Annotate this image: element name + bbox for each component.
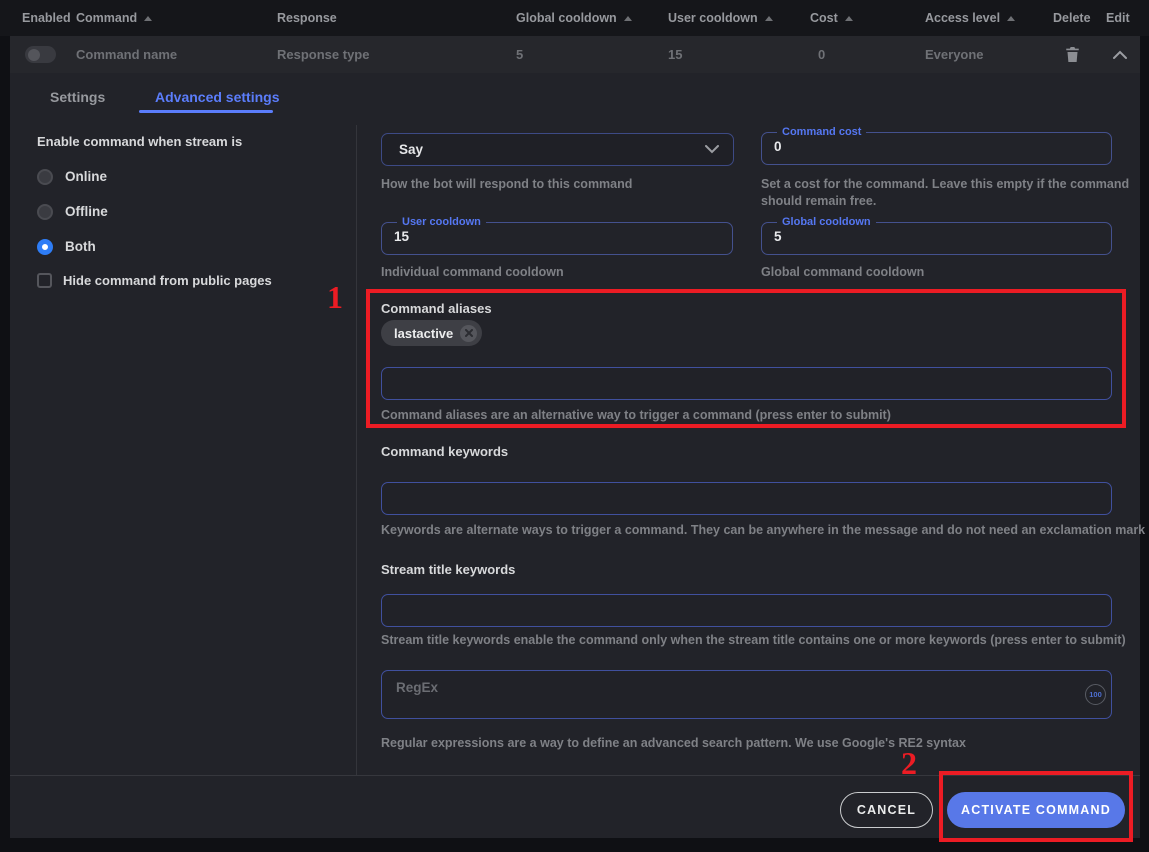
trash-icon — [1065, 46, 1080, 63]
response-type-select[interactable]: Say — [381, 133, 734, 166]
sort-asc-icon — [624, 16, 632, 21]
column-header-user-cooldown-label: User cooldown — [668, 11, 758, 25]
command-cost-label: Command cost — [777, 127, 866, 138]
regex-input[interactable] — [381, 670, 1112, 719]
radio-offline-control[interactable] — [37, 204, 53, 220]
command-aliases-label: Command aliases — [381, 301, 492, 316]
tab-advanced-settings[interactable]: Advanced settings — [155, 86, 279, 108]
hide-command-checkbox[interactable] — [37, 273, 52, 288]
row-response-type: Response type — [277, 36, 369, 73]
keywords-input[interactable] — [381, 482, 1112, 515]
global-cooldown-input[interactable] — [774, 229, 1084, 244]
user-cooldown-label: User cooldown — [397, 217, 486, 228]
close-icon — [465, 329, 473, 337]
column-header-edit: Edit — [1106, 0, 1130, 36]
global-cooldown-field: Global cooldown — [761, 217, 1112, 255]
commands-page: Enabled Command Response Global cooldown… — [0, 0, 1149, 852]
radio-online-label: Online — [65, 169, 107, 184]
alias-chip: lastactive — [381, 320, 482, 346]
tab-settings[interactable]: Settings — [50, 86, 105, 108]
command-cost-field: Command cost — [761, 127, 1112, 165]
activate-command-button[interactable]: ACTIVATE COMMAND — [947, 792, 1125, 828]
column-header-access-level-label: Access level — [925, 11, 1000, 25]
chevron-up-icon — [1113, 50, 1127, 59]
row-access-level: Everyone — [925, 36, 984, 73]
radio-both-label: Both — [65, 239, 96, 254]
response-type-value: Say — [399, 142, 423, 157]
hide-command-label: Hide command from public pages — [63, 273, 272, 288]
hide-command-checkbox-row[interactable]: Hide command from public pages — [37, 273, 272, 288]
alias-helper: Command aliases are an alternative way t… — [381, 407, 891, 424]
title-keywords-label: Stream title keywords — [381, 562, 515, 577]
global-cooldown-helper: Global command cooldown — [761, 264, 924, 281]
column-header-global-cooldown[interactable]: Global cooldown — [516, 0, 632, 36]
row-cost: 0 — [818, 36, 825, 73]
column-header-response: Response — [277, 0, 337, 36]
delete-command-button[interactable] — [1060, 36, 1084, 73]
user-cooldown-helper: Individual command cooldown — [381, 264, 564, 281]
sort-asc-icon — [845, 16, 853, 21]
column-header-cost[interactable]: Cost — [810, 0, 853, 36]
radio-online[interactable]: Online — [37, 168, 107, 185]
collapse-command-button[interactable] — [1108, 36, 1132, 73]
sort-asc-icon — [1007, 16, 1015, 21]
radio-both[interactable]: Both — [37, 238, 96, 255]
global-cooldown-label: Global cooldown — [777, 217, 876, 228]
command-keywords-label: Command keywords — [381, 444, 508, 459]
column-header-enabled: Enabled — [22, 0, 71, 36]
column-header-access-level[interactable]: Access level — [925, 0, 1015, 36]
response-type-helper: How the bot will respond to this command — [381, 176, 632, 193]
row-global-cooldown: 5 — [516, 36, 523, 73]
user-cooldown-field: User cooldown — [381, 217, 733, 255]
enabled-toggle[interactable] — [25, 46, 56, 63]
command-row: Command name Response type 5 15 0 Everyo… — [10, 36, 1140, 73]
alias-chip-remove-button[interactable] — [460, 325, 477, 342]
cancel-button[interactable]: CANCEL — [840, 792, 933, 828]
alias-input[interactable] — [381, 367, 1112, 400]
radio-offline[interactable]: Offline — [37, 203, 108, 220]
command-cost-helper: Set a cost for the command. Leave this e… — [761, 176, 1133, 210]
command-settings-panel: Settings Advanced settings Enable comman… — [10, 73, 1140, 838]
toggle-knob — [28, 49, 40, 61]
regex-helper: Regular expressions are a way to define … — [381, 735, 966, 752]
user-cooldown-input[interactable] — [394, 229, 705, 244]
alias-chip-label: lastactive — [394, 326, 453, 341]
radio-online-control[interactable] — [37, 169, 53, 185]
column-header-delete: Delete — [1053, 0, 1091, 36]
panel-divider — [356, 125, 357, 775]
row-user-cooldown: 15 — [668, 36, 682, 73]
row-command-name: Command name — [76, 36, 177, 73]
footer-divider — [10, 775, 1140, 776]
column-header-command[interactable]: Command — [76, 0, 152, 36]
title-keywords-input[interactable] — [381, 594, 1112, 627]
keywords-helper: Keywords are alternate ways to trigger a… — [381, 522, 1149, 539]
regex-length-badge: 100 — [1085, 684, 1106, 705]
sort-asc-icon — [144, 16, 152, 21]
commands-table-header: Enabled Command Response Global cooldown… — [0, 0, 1149, 36]
radio-both-control[interactable] — [37, 239, 53, 255]
title-keywords-helper: Stream title keywords enable the command… — [381, 632, 1126, 649]
sort-asc-icon — [765, 16, 773, 21]
column-header-command-label: Command — [76, 11, 137, 25]
chevron-down-icon — [705, 145, 719, 154]
column-header-user-cooldown[interactable]: User cooldown — [668, 0, 773, 36]
column-header-cost-label: Cost — [810, 11, 838, 25]
column-header-global-cooldown-label: Global cooldown — [516, 11, 617, 25]
command-cost-input[interactable] — [774, 139, 1084, 154]
stream-state-label: Enable command when stream is — [37, 134, 242, 149]
active-tab-indicator — [139, 110, 273, 113]
radio-offline-label: Offline — [65, 204, 108, 219]
